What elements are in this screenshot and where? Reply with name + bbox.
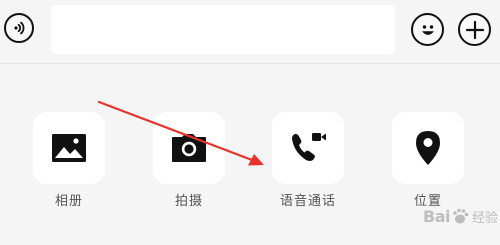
plus-icon bbox=[465, 20, 484, 39]
smiley-icon bbox=[421, 24, 434, 35]
location-tile[interactable] bbox=[392, 112, 464, 184]
location-pin-icon bbox=[416, 131, 440, 165]
camera-icon bbox=[172, 134, 206, 162]
chat-input-bar bbox=[0, 0, 500, 62]
voice-call-tile[interactable] bbox=[272, 112, 344, 184]
album-label: 相册 bbox=[54, 194, 83, 209]
album-tile[interactable] bbox=[33, 112, 105, 184]
more-actions-button[interactable] bbox=[458, 13, 491, 46]
camera-tile[interactable] bbox=[153, 112, 225, 184]
message-input[interactable] bbox=[51, 5, 395, 54]
emoji-button[interactable] bbox=[411, 13, 444, 46]
location-label: 位置 bbox=[413, 194, 442, 209]
camera-label: 拍摄 bbox=[174, 194, 203, 209]
voice-call-label: 语音通话 bbox=[279, 194, 336, 209]
photo-album-icon bbox=[52, 134, 86, 162]
voice-input-icon bbox=[14, 21, 25, 35]
voice-input-button[interactable] bbox=[4, 13, 34, 43]
voice-call-icon bbox=[292, 133, 326, 161]
